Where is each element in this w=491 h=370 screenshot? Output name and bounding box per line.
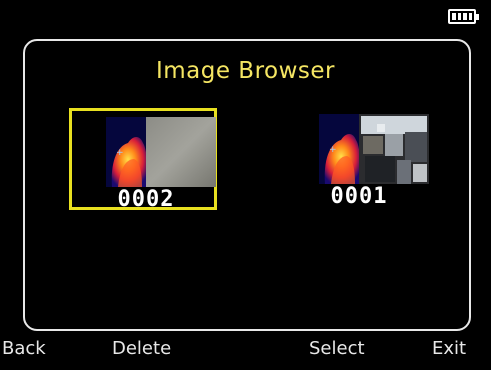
softkey-bar: Back Delete Select Exit [0,338,491,362]
image-tile-0002[interactable]: + 0002 [69,108,217,212]
delete-button[interactable]: Delete [112,338,171,359]
thumbnail-0002: + [106,117,216,187]
svg-text:+: + [116,148,124,158]
image-tile-0001[interactable]: + 0001 [285,108,433,210]
image-label: 0002 [117,187,175,212]
image-label: 0001 [330,184,388,209]
back-button[interactable]: Back [2,338,46,359]
page-title: Image Browser [155,58,336,84]
battery-icon [448,9,479,24]
exit-button[interactable]: Exit [432,338,466,359]
select-button[interactable]: Select [309,338,365,359]
svg-text:+: + [329,145,337,155]
thumbnail-0001: + [319,114,429,184]
